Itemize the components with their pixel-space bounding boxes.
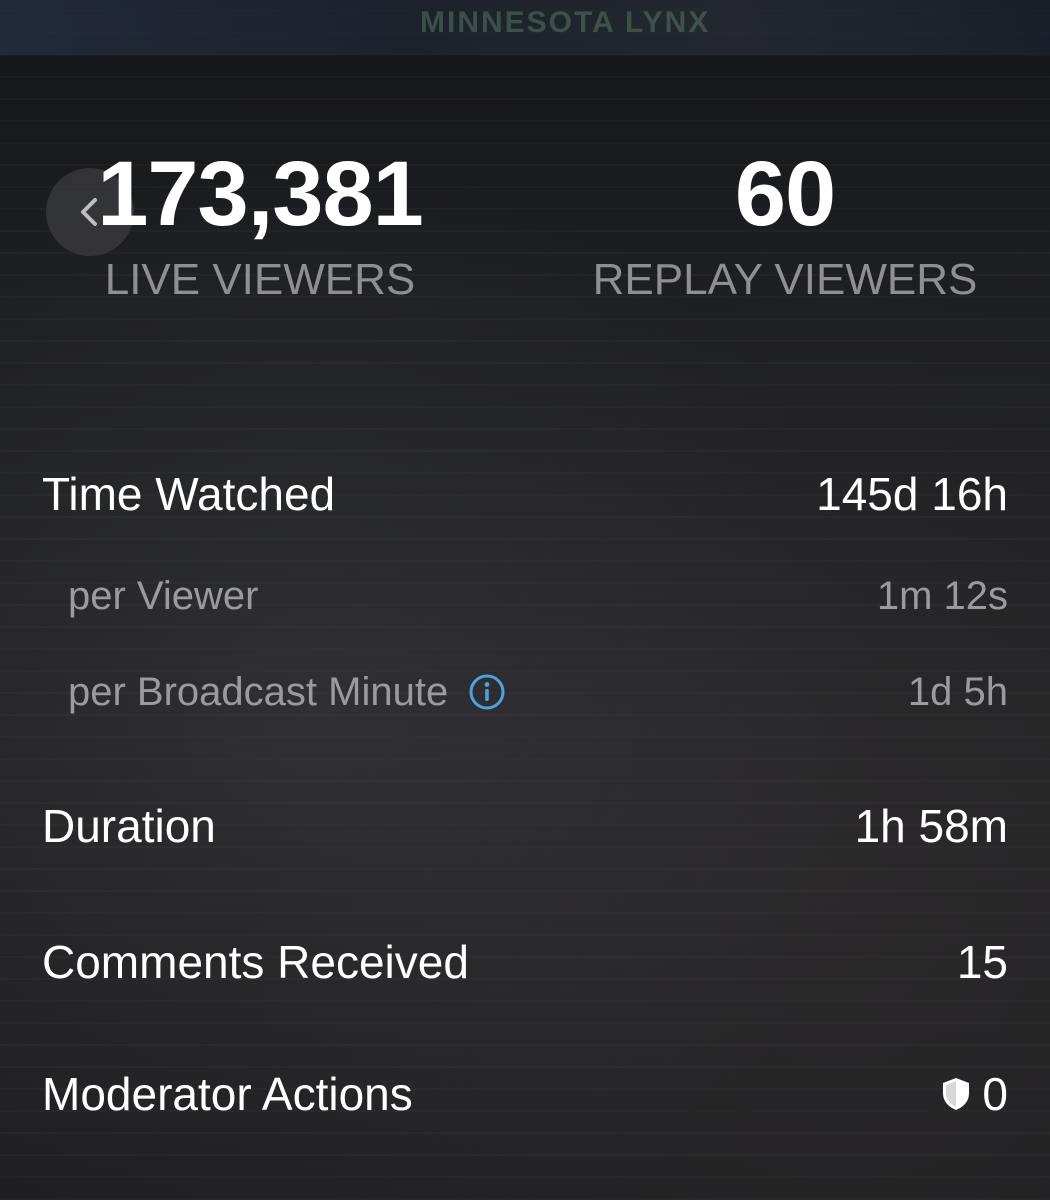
time-watched-row: Time Watched 145d 16h	[42, 466, 1008, 522]
per-viewer-row: per Viewer 1m 12s	[68, 568, 1008, 624]
moderator-actions-value: 0	[982, 1068, 1008, 1120]
live-viewers-stat: 173,381 LIVE VIEWERS	[60, 142, 460, 308]
duration-label: Duration	[42, 800, 216, 852]
comments-received-row: Comments Received 15	[42, 934, 1008, 990]
per-viewer-value: 1m 12s	[876, 574, 1008, 618]
time-watched-value: 145d 16h	[816, 468, 1008, 520]
shield-icon	[940, 1076, 972, 1112]
arena-banner: MINNESOTA LYNX	[420, 6, 711, 39]
time-watched-label: Time Watched	[42, 468, 336, 520]
replay-viewers-stat: 60 REPLAY VIEWERS	[560, 142, 1010, 308]
per-viewer-label: per Viewer	[68, 574, 259, 618]
comments-received-label: Comments Received	[42, 936, 469, 988]
info-icon[interactable]	[468, 673, 506, 711]
moderator-actions-value-group: 0	[940, 1066, 1008, 1122]
moderator-actions-label: Moderator Actions	[42, 1068, 413, 1120]
comments-received-value: 15	[956, 936, 1008, 988]
replay-viewers-label: REPLAY VIEWERS	[592, 255, 978, 304]
live-viewers-label: LIVE VIEWERS	[104, 255, 416, 304]
duration-value: 1h 58m	[854, 800, 1008, 852]
per-broadcast-minute-row: per Broadcast Minute 1d 5h	[68, 664, 1008, 720]
replay-viewers-count: 60	[734, 143, 836, 245]
live-viewers-count: 173,381	[97, 143, 424, 245]
duration-row: Duration 1h 58m	[42, 798, 1008, 854]
per-broadcast-minute-label: per Broadcast Minute	[68, 670, 449, 714]
moderator-actions-row: Moderator Actions 0	[42, 1066, 1008, 1122]
per-broadcast-minute-label-group: per Broadcast Minute	[68, 664, 506, 720]
per-broadcast-minute-value: 1d 5h	[907, 670, 1008, 714]
